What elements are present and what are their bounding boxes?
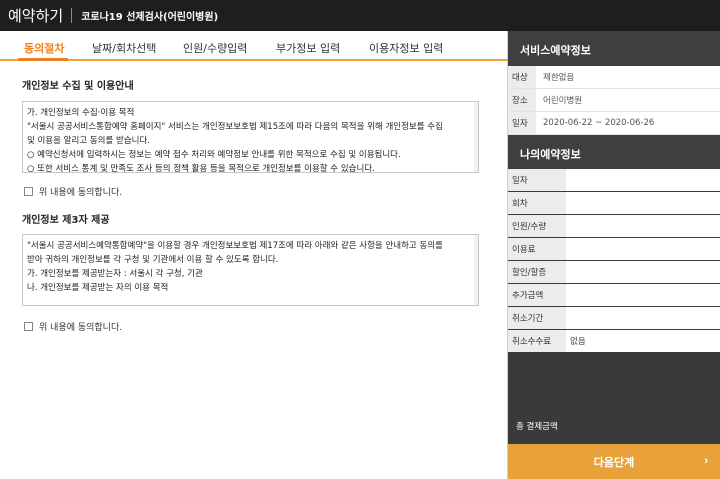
my-info-row: 이용료 (508, 238, 720, 261)
my-info-key: 취소기간 (508, 307, 566, 329)
consent2-agree[interactable]: 위 내용에 동의합니다. (24, 320, 122, 333)
tab-date-select[interactable]: 날짜/회차선택 (92, 40, 156, 56)
tab-consent[interactable]: 동의절차 (24, 40, 64, 56)
service-info-heading: 서비스예약정보 (508, 31, 720, 66)
my-info-key: 이용료 (508, 238, 566, 260)
my-info-key: 할인/할증 (508, 261, 566, 283)
next-step-label: 다음단계 (593, 456, 635, 469)
tab-user-info[interactable]: 이용자정보 입력 (369, 40, 443, 56)
my-info-value (566, 169, 720, 191)
consent1-line: 및 이용을 알리고 동의를 받습니다. (27, 136, 150, 146)
my-info-value (566, 284, 720, 306)
my-info-key: 일자 (508, 169, 566, 191)
my-info-key: 추가금액 (508, 284, 566, 306)
consent1-agree-label: 위 내용에 동의합니다. (39, 188, 123, 198)
tab-extra-info[interactable]: 부가정보 입력 (276, 40, 340, 56)
consent1-line: "서울시 공공서비스통합예약 홈페이지" 서비스는 개인정보보호법 제15조에 … (27, 122, 443, 132)
my-info-row: 인원/수량 (508, 215, 720, 238)
my-info-heading: 나의예약정보 (508, 135, 720, 170)
total-payment-label: 총 결제금액 (516, 422, 558, 432)
consent2-title: 개인정보 제3자 제공 (22, 215, 110, 226)
my-info-row: 일자 (508, 169, 720, 192)
active-tab-indicator (18, 58, 68, 61)
consent1-agree[interactable]: 위 내용에 동의합니다. (24, 185, 122, 198)
consent1-title: 개인정보 수집 및 이용안내 (22, 81, 134, 92)
service-name: 코로나19 선제검사(어린이병원) (81, 12, 219, 23)
my-info-row: 추가금액 (508, 284, 720, 307)
service-info-key: 대상 (508, 66, 536, 88)
summary-sidebar: 서비스예약정보 대상 제한없음 장소 어린이병원 일자 2020-06-22 ~… (508, 31, 720, 479)
consent1-scrollbar[interactable] (474, 102, 478, 172)
consent2-line: 나. 개인정보를 제공받는 자의 이용 목적 (27, 283, 169, 293)
next-step-button[interactable]: 다음단계 › (508, 444, 720, 479)
my-info-value: 없음 (566, 330, 720, 352)
chevron-right-icon: › (704, 455, 708, 467)
my-info-row: 취소수수료 없음 (508, 330, 720, 353)
consent2-line: 가. 개인정보를 제공받는자 : 서울시 각 구청, 기관 (27, 269, 203, 279)
my-info-value (566, 307, 720, 329)
service-info-table: 대상 제한없음 장소 어린이병원 일자 2020-06-22 ~ 2020-06… (508, 66, 720, 135)
my-info-table: 일자 회차 인원/수량 이용료 할인/할증 추가금액 취소기간 취소수수료 없음 (508, 169, 720, 353)
service-info-row: 장소 어린이병원 (508, 89, 720, 112)
consent2-agree-label: 위 내용에 동의합니다. (39, 323, 123, 333)
service-info-value: 제한없음 (543, 73, 575, 83)
my-info-key: 회차 (508, 192, 566, 214)
consent2-line: "서울시 공공서비스예약통합예약"을 이용할 경우 개인정보보호법 제17조에 … (27, 241, 443, 251)
service-info-row: 일자 2020-06-22 ~ 2020-06-26 (508, 112, 720, 135)
consent2-line: 받아 귀하의 개인정보를 각 구청 및 기관에서 이용 할 수 있도록 합니다. (27, 255, 279, 265)
my-info-row: 회차 (508, 192, 720, 215)
service-info-value: 어린이병원 (543, 96, 583, 106)
main-panel: 동의절차 날짜/회차선택 인원/수량입력 부가정보 입력 이용자정보 입력 개인… (0, 31, 508, 479)
my-info-value (566, 238, 720, 260)
my-info-value (566, 261, 720, 283)
service-info-key: 일자 (508, 112, 536, 134)
consent1-line: 가. 개인정보의 수집·이용 목적 (27, 108, 135, 118)
top-bar: 예약하기 코로나19 선제검사(어린이병원) (0, 0, 720, 31)
consent2-checkbox[interactable] (24, 322, 33, 331)
consent1-line: ○ 또한 서비스 통계 및 만족도 조사 등의 정책 활용 등을 목적으로 개인… (27, 164, 375, 173)
service-info-row: 대상 제한없음 (508, 66, 720, 89)
consent2-textbox[interactable]: "서울시 공공서비스예약통합예약"을 이용할 경우 개인정보보호법 제17조에 … (22, 234, 479, 306)
title-divider (71, 8, 73, 23)
consent1-line: ○ 예약신청서에 입력하시는 정보는 예약 접수 처리와 예약정보 안내를 위한… (27, 150, 401, 160)
consent2-scrollbar[interactable] (474, 235, 478, 305)
my-info-value (566, 192, 720, 214)
step-tabs: 동의절차 날짜/회차선택 인원/수량입력 부가정보 입력 이용자정보 입력 (0, 31, 508, 61)
tab-quantity[interactable]: 인원/수량입력 (183, 40, 247, 56)
consent1-textbox[interactable]: 가. 개인정보의 수집·이용 목적 "서울시 공공서비스통합예약 홈페이지" 서… (22, 101, 479, 173)
my-info-value (566, 215, 720, 237)
my-info-key: 인원/수량 (508, 215, 566, 237)
service-info-value: 2020-06-22 ~ 2020-06-26 (543, 118, 655, 128)
consent1-checkbox[interactable] (24, 187, 33, 196)
page-title: 예약하기 (8, 7, 64, 25)
my-info-row: 취소기간 (508, 307, 720, 330)
my-info-key: 취소수수료 (508, 330, 566, 352)
my-info-row: 할인/할증 (508, 261, 720, 284)
service-info-key: 장소 (508, 89, 536, 111)
